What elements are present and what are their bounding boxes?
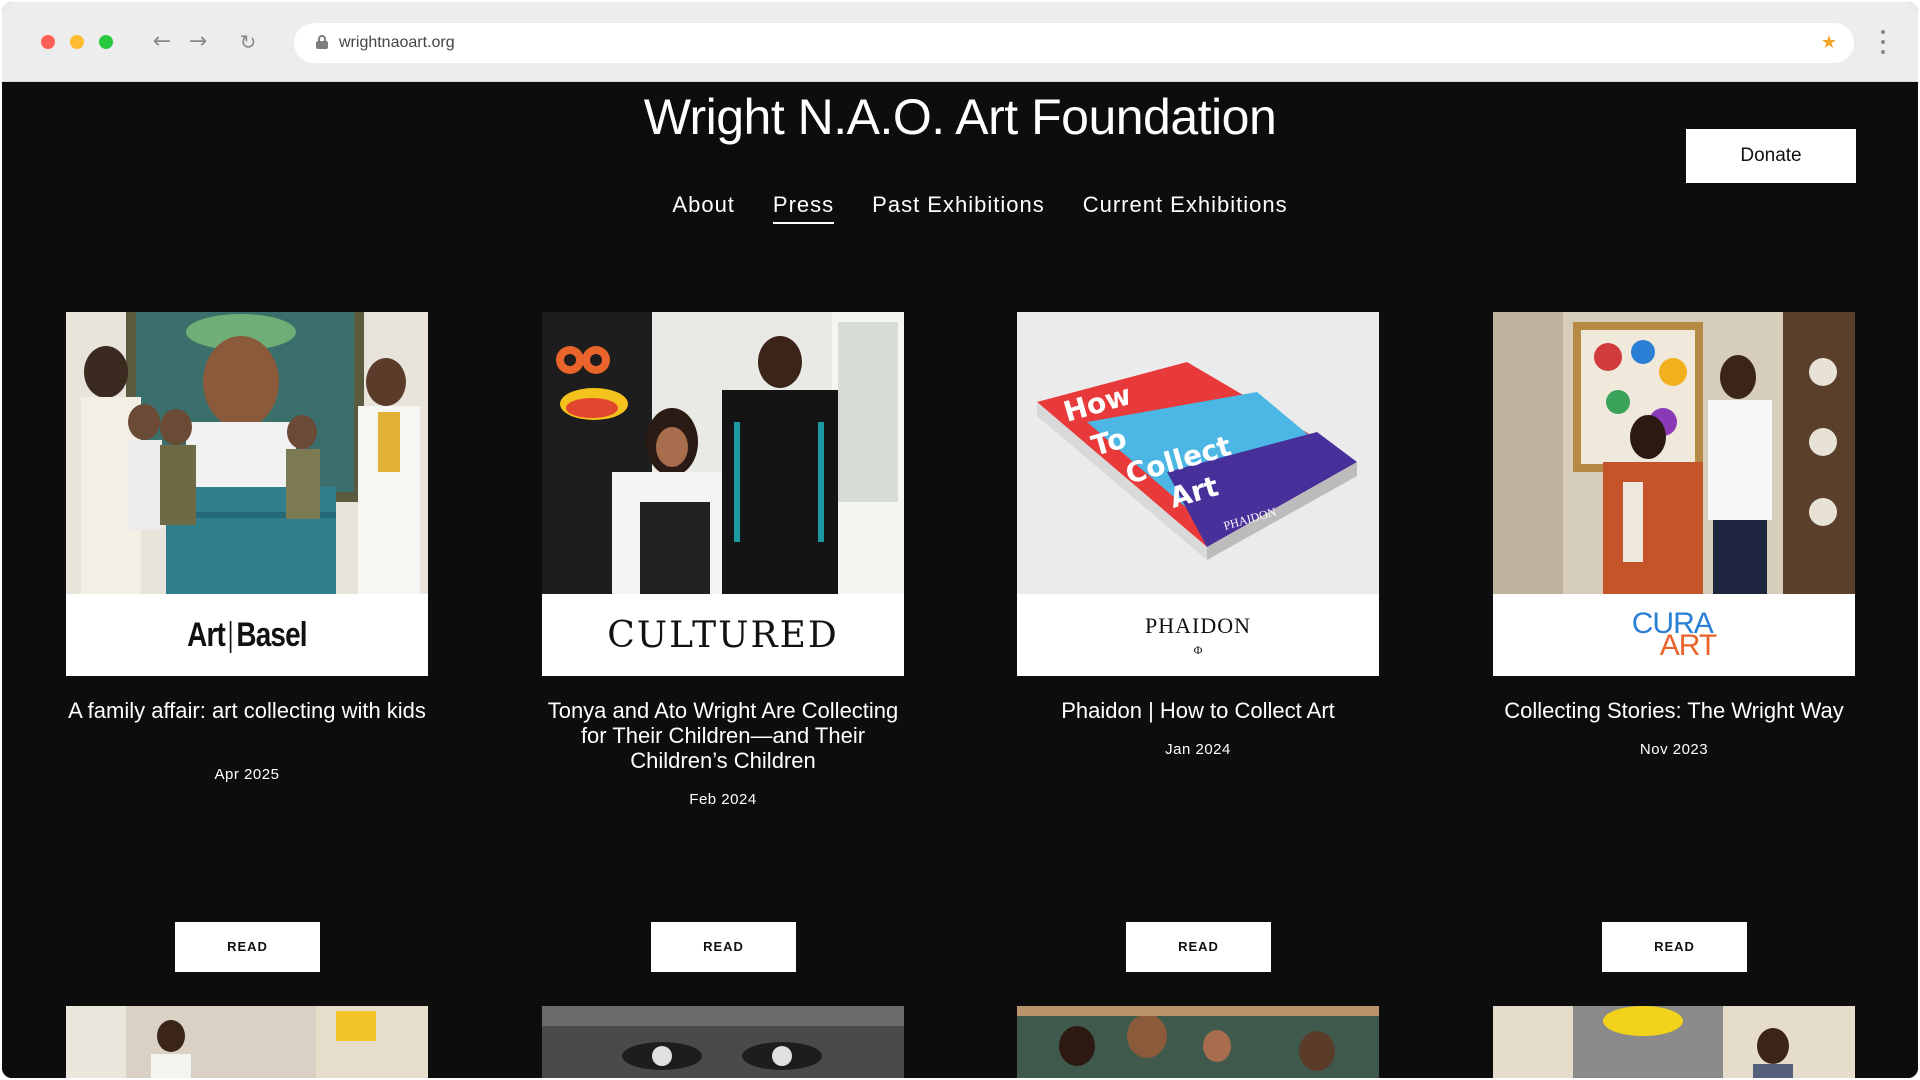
- read-button[interactable]: READ: [1602, 922, 1747, 972]
- press-date: Nov 2023: [1639, 741, 1709, 758]
- main-nav: About Press Past Exhibitions Current Exh…: [2, 192, 1918, 224]
- read-button[interactable]: READ: [1126, 922, 1271, 972]
- nav-item-past-exhibitions[interactable]: Past Exhibitions: [872, 192, 1045, 224]
- lock-icon: [316, 35, 328, 49]
- portrait-photo: [542, 312, 904, 594]
- maximize-window-button[interactable]: [99, 35, 113, 49]
- star-icon[interactable]: ★: [1818, 32, 1840, 54]
- page-content: Wright N.A.O. Art Foundation Donate Abou…: [2, 82, 1918, 1078]
- press-title[interactable]: Tonya and Ato Wright Are Collecting for …: [532, 698, 914, 773]
- arrow-right-icon[interactable]: →: [184, 28, 212, 56]
- family-photo: [66, 312, 428, 594]
- publication-logo: CULTURED: [607, 614, 839, 656]
- donate-button[interactable]: Donate: [1686, 129, 1856, 183]
- press-date: Jan 2024: [1165, 741, 1231, 758]
- press-thumbnail[interactable]: Art Basel: [66, 312, 428, 676]
- press-thumbnail[interactable]: CULTURED: [542, 312, 904, 676]
- book-photo: How To Collect Art PHAIDON: [1017, 312, 1379, 594]
- nav-item-current-exhibitions[interactable]: Current Exhibitions: [1083, 192, 1288, 224]
- press-title[interactable]: Phaidon | How to Collect Art: [1007, 698, 1389, 723]
- address-bar[interactable]: wrightnaoart.org ★: [294, 23, 1854, 63]
- press-date: Apr 2025: [214, 766, 280, 783]
- nav-item-about[interactable]: About: [672, 192, 735, 224]
- press-thumbnail[interactable]: [542, 1006, 904, 1078]
- nav-item-press[interactable]: Press: [772, 192, 835, 224]
- press-thumbnail[interactable]: [1017, 1006, 1379, 1078]
- close-window-button[interactable]: [41, 35, 55, 49]
- url-text[interactable]: wrightnaoart.org: [339, 23, 455, 63]
- read-button[interactable]: READ: [175, 922, 320, 972]
- press-thumbnail[interactable]: [1493, 1006, 1855, 1078]
- minimize-window-button[interactable]: [70, 35, 84, 49]
- press-title[interactable]: A family affair: art collecting with kid…: [56, 698, 438, 723]
- interior-photo: [1493, 312, 1855, 594]
- browser-toolbar: ← → ↻ wrightnaoart.org ★: [2, 2, 1918, 82]
- read-button[interactable]: READ: [651, 922, 796, 972]
- site-title[interactable]: Wright N.A.O. Art Foundation: [2, 88, 1918, 146]
- press-title[interactable]: Collecting Stories: The Wright Way: [1483, 698, 1865, 723]
- browser-window: ← → ↻ wrightnaoart.org ★ Wright N.A.O. A…: [2, 2, 1918, 1078]
- publication-logo: PHAIDON Φ: [1145, 612, 1251, 657]
- press-thumbnail[interactable]: [66, 1006, 428, 1078]
- arrow-left-icon[interactable]: ←: [148, 28, 176, 56]
- kebab-menu-icon[interactable]: [1878, 30, 1888, 54]
- press-thumbnail[interactable]: How To Collect Art PHAIDON PHAIDON Φ: [1017, 312, 1379, 676]
- press-thumbnail[interactable]: CURA ART: [1493, 312, 1855, 676]
- publication-logo: Art Basel: [187, 615, 307, 654]
- press-date: Feb 2024: [689, 791, 757, 808]
- reload-icon[interactable]: ↻: [234, 28, 262, 56]
- publication-logo: CURA ART: [1631, 607, 1717, 662]
